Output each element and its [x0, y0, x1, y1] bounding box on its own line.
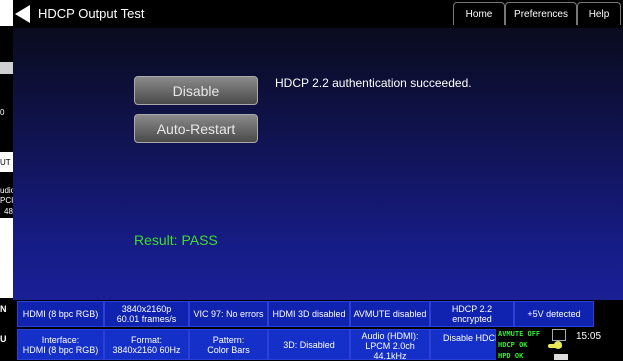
- result-text: Result: PASS: [134, 232, 218, 248]
- strip-text: 0: [0, 108, 5, 117]
- tile-text: Pattern:: [212, 334, 245, 345]
- hdcp-indicator: HDCP OK: [498, 341, 528, 349]
- preferences-button[interactable]: Preferences: [505, 2, 577, 25]
- tile-text: Audio (HDMI):: [361, 331, 419, 341]
- status-cell-vic: VIC 97: No errors: [189, 301, 268, 327]
- tile-text: HDMI (8 bpc RGB): [22, 344, 99, 355]
- status-cell-text: AVMUTE disabled: [353, 309, 427, 319]
- 3d-tile[interactable]: 3D: Disabled: [268, 329, 350, 360]
- status-cell-text: encrypted: [452, 314, 492, 324]
- key-head-icon: [554, 341, 562, 349]
- audio-tile[interactable]: Audio (HDMI): LPCM 2.0ch 44.1kHz: [350, 329, 430, 361]
- tile-text: Disable HDCP: [442, 333, 502, 343]
- tile-text: Interface:: [41, 334, 80, 345]
- strip-text: udio: [0, 186, 13, 195]
- status-cell-format: 3840x2160p 60.01 frames/s: [104, 301, 189, 327]
- status-cell-text: HDMI (8 bpc RGB): [22, 309, 99, 319]
- clock: 15:05: [576, 331, 602, 342]
- strip-text: U: [0, 334, 7, 344]
- home-button[interactable]: Home: [453, 2, 505, 25]
- status-cell-hdcp: HDCP 2.2 encrypted: [430, 301, 514, 327]
- tile-text: Format:: [130, 334, 162, 345]
- strip-text: PCI: [0, 196, 13, 205]
- status-cell-3d: HDMI 3D disabled: [268, 301, 350, 327]
- auto-restart-button[interactable]: Auto-Restart: [134, 114, 258, 143]
- monitor-icon: [552, 329, 566, 341]
- status-cell-text: HDMI 3D disabled: [272, 309, 346, 319]
- tile-text: 3840x2160 60Hz: [112, 344, 181, 355]
- strip-white-block: [0, 218, 13, 298]
- strip-text: UT: [0, 158, 11, 167]
- pattern-tile[interactable]: Pattern: Color Bars: [189, 329, 268, 360]
- back-arrow-icon[interactable]: [15, 5, 30, 23]
- hpd-indicator: HPD OK: [498, 352, 524, 360]
- help-button[interactable]: Help: [577, 2, 621, 25]
- status-bar-signal: HDMI (8 bpc RGB) 3840x2160p 60.01 frames…: [13, 300, 623, 328]
- title-bar: HDCP Output Test Home Preferences Help: [13, 0, 623, 28]
- status-cell-text: HDCP 2.2: [451, 304, 493, 314]
- avmute-indicator: AVMUTE OFF: [498, 330, 541, 338]
- tile-text: 3D: Disabled: [283, 339, 335, 350]
- page-title: HDCP Output Test: [38, 6, 145, 21]
- strip-text: N: [0, 304, 7, 314]
- status-cell-text: 3840x2160p: [121, 304, 172, 314]
- strip-white-block: [0, 0, 13, 26]
- status-cell-text: 60.01 frames/s: [116, 314, 177, 324]
- format-tile[interactable]: Format: 3840x2160 60Hz: [104, 329, 189, 360]
- status-cell-text: +5V detected: [527, 309, 581, 319]
- status-message: HDCP 2.2 authentication succeeded.: [275, 76, 472, 90]
- interface-tile[interactable]: Interface: HDMI (8 bpc RGB): [17, 329, 104, 360]
- tile-text: LPCM 2.0ch: [365, 341, 415, 351]
- strip-gray-block: [0, 62, 13, 74]
- status-cell-5v: +5V detected: [514, 301, 594, 327]
- status-cell-interface: HDMI (8 bpc RGB): [17, 301, 104, 327]
- disable-button[interactable]: Disable: [134, 76, 258, 105]
- tile-text: Color Bars: [207, 344, 250, 355]
- status-cell-text: VIC 97: No errors: [193, 309, 264, 319]
- status-cell-avmute: AVMUTE disabled: [350, 301, 430, 327]
- plug-icon: [554, 354, 568, 360]
- strip-text: 48: [4, 207, 13, 216]
- background-window-strip: 0 UT udio PCI 48 N U: [0, 0, 13, 360]
- main-panel: Disable Auto-Restart HDCP 2.2 authentica…: [13, 28, 623, 300]
